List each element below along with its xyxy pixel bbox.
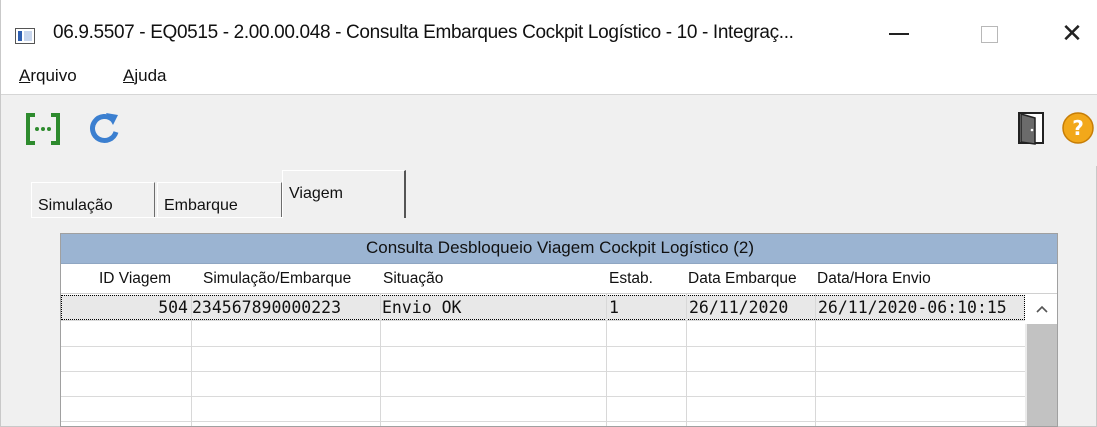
cell-data-embarque: 26/11/2020 (689, 298, 789, 317)
column-header-estab[interactable]: Estab. (609, 264, 685, 294)
menu-ajuda-label: juda (134, 66, 167, 85)
tab-viagem-label: Viagem (289, 185, 343, 202)
title-bar[interactable]: 06.9.5507 - EQ0515 - 2.00.00.048 - Consu… (1, 0, 1097, 62)
window-title: 06.9.5507 - EQ0515 - 2.00.00.048 - Consu… (53, 22, 794, 43)
tab-embarque-label: Embarque (164, 197, 238, 214)
row-divider (61, 320, 1025, 321)
menu-arquivo-label: rquivo (30, 66, 77, 85)
exit-door-icon[interactable] (1017, 111, 1047, 149)
row-divider (61, 421, 1025, 422)
menu-ajuda-accelerator: A (123, 66, 135, 85)
application-window: 06.9.5507 - EQ0515 - 2.00.00.048 - Consu… (0, 0, 1097, 427)
column-header-simulacao-embarque[interactable]: Simulação/Embarque (203, 264, 381, 294)
column-divider (191, 294, 192, 426)
cell-id-viagem: 504 (158, 298, 188, 317)
cell-data-hora-envio: 26/11/2020-06:10:15 (818, 298, 1007, 317)
column-header-id-viagem[interactable]: ID Viagem (99, 264, 189, 294)
tab-simulacao[interactable]: Simulação (31, 182, 155, 217)
table-row[interactable]: 504 234567890000223 Envio OK 1 26/11/202… (61, 295, 1025, 320)
toolbar: ? (1, 94, 1097, 166)
help-icon[interactable]: ? (1061, 111, 1095, 149)
cell-simulacao-embarque: 234567890000223 (192, 298, 342, 317)
close-button[interactable]: ✕ (1046, 14, 1097, 54)
tab-strip: Simulação Embarque Viagem (31, 166, 1097, 218)
grid-header: ID Viagem Simulação/Embarque Situação Es… (61, 264, 1057, 294)
scroll-thumb[interactable] (1027, 324, 1057, 426)
row-divider (61, 396, 1025, 397)
svg-text:?: ? (1072, 116, 1084, 140)
vertical-scrollbar[interactable] (1025, 294, 1057, 426)
menu-arquivo-accelerator: A (19, 66, 31, 85)
column-divider (815, 294, 816, 426)
menu-bar: Arquivo Ajuda (1, 62, 1097, 94)
refresh-icon[interactable] (85, 110, 123, 152)
column-divider (380, 294, 381, 426)
row-divider (61, 371, 1025, 372)
column-header-data-embarque[interactable]: Data Embarque (688, 264, 813, 294)
tab-simulacao-label: Simulação (38, 197, 113, 214)
column-header-data-hora-envio[interactable]: Data/Hora Envio (817, 264, 1025, 294)
column-divider (686, 294, 687, 426)
tab-embarque[interactable]: Embarque (157, 182, 282, 217)
maximize-button[interactable] (963, 14, 1015, 54)
menu-ajuda[interactable]: Ajuda (123, 66, 166, 86)
menu-arquivo[interactable]: Arquivo (19, 66, 77, 86)
column-header-situacao[interactable]: Situação (383, 264, 603, 294)
column-divider (606, 294, 607, 426)
maximize-icon (980, 25, 998, 43)
bracket-ellipsis-icon[interactable] (25, 112, 61, 150)
cell-situacao: Envio OK (382, 298, 462, 317)
viagem-grid[interactable]: Consulta Desbloqueio Viagem Cockpit Logí… (60, 233, 1058, 427)
row-divider (61, 346, 1025, 347)
tab-panel-border (31, 217, 282, 218)
grid-title: Consulta Desbloqueio Viagem Cockpit Logí… (61, 234, 1057, 264)
app-icon[interactable] (15, 28, 35, 44)
scroll-up-icon[interactable] (1025, 294, 1057, 324)
minimize-button[interactable] (873, 14, 925, 54)
cell-estab: 1 (609, 298, 619, 317)
minimize-icon (889, 33, 909, 35)
tab-viagem[interactable]: Viagem (282, 170, 406, 218)
